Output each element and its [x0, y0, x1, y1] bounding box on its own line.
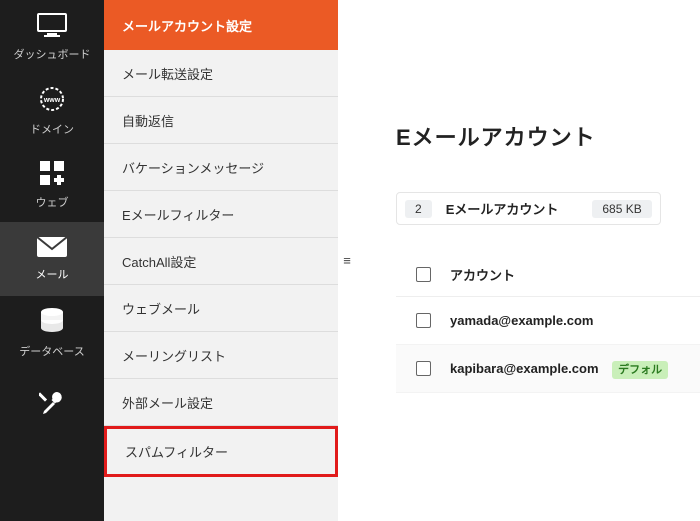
summary-size: 685 KB [592, 200, 651, 218]
row-checkbox[interactable] [416, 361, 431, 376]
submenu-item-label: バケーションメッセージ [122, 158, 264, 177]
sidebar-item-label: ウェブ [36, 194, 69, 210]
sidebar-item-domain[interactable]: www ドメイン [0, 74, 104, 148]
submenu-item-webmail[interactable]: ウェブメール [104, 285, 338, 332]
submenu-item-label: 外部メール設定 [122, 393, 213, 412]
database-icon [40, 308, 64, 337]
sidebar-item-web[interactable]: ウェブ [0, 148, 104, 222]
table-header: アカウント [396, 253, 700, 297]
submenu-item-mailinglist[interactable]: メーリングリスト [104, 332, 338, 379]
sidebar-item-database[interactable]: データベース [0, 296, 104, 370]
submenu-item-spam-filter[interactable]: スパムフィルター [104, 426, 338, 477]
sidebar-item-label: ドメイン [30, 121, 74, 137]
table-row[interactable]: yamada@example.com [396, 297, 700, 345]
submenu-item-label: CatchAll設定 [122, 252, 196, 271]
globe-www-icon: www [37, 86, 67, 115]
sidebar: ダッシュボード www ドメイン ウェブ メール データベース [0, 0, 104, 521]
main-content: Eメールアカウント 2 Eメールアカウント 685 KB アカウント yamad… [356, 0, 700, 521]
monitor-icon [37, 13, 67, 40]
submenu-item-catchall[interactable]: CatchAll設定 [104, 238, 338, 285]
sidebar-item-label: メール [36, 266, 69, 282]
default-badge: デフォル [612, 361, 668, 379]
app-root: ダッシュボード www ドメイン ウェブ メール データベース [0, 0, 700, 521]
tiles-plus-icon [40, 161, 64, 188]
svg-text:www: www [43, 97, 61, 104]
submenu-item-external-mail[interactable]: 外部メール設定 [104, 379, 338, 426]
table-row[interactable]: kapibara@example.com デフォル [396, 345, 700, 393]
account-email: yamada@example.com [450, 313, 593, 328]
submenu-item-label: 自動返信 [122, 111, 174, 130]
accounts-table: アカウント yamada@example.com kapibara@exampl… [396, 253, 700, 393]
submenu-item-label: ウェブメール [122, 299, 200, 318]
submenu-header-label: メールアカウント設定 [122, 16, 252, 35]
submenu-item-email-filter[interactable]: Eメールフィルター [104, 191, 338, 238]
sidebar-item-label: ダッシュボード [14, 46, 91, 62]
sidebar-item-tools[interactable] [0, 370, 104, 444]
submenu-item-forwarding[interactable]: メール転送設定 [104, 50, 338, 97]
row-checkbox[interactable] [416, 313, 431, 328]
submenu-item-vacation[interactable]: バケーションメッセージ [104, 144, 338, 191]
submenu-header[interactable]: メールアカウント設定 [104, 0, 338, 50]
account-summary: 2 Eメールアカウント 685 KB [396, 192, 661, 225]
sidebar-item-mail[interactable]: メール [0, 222, 104, 296]
submenu-item-label: スパムフィルター [125, 442, 228, 461]
drag-handle-icon: ≡ [343, 253, 351, 268]
select-all-checkbox[interactable] [416, 267, 431, 282]
column-header-account[interactable]: アカウント [450, 265, 700, 284]
resize-handle[interactable]: ≡ [338, 0, 356, 521]
tools-icon [39, 390, 65, 419]
submenu-item-label: メール転送設定 [122, 64, 213, 83]
account-email: kapibara@example.com [450, 361, 599, 376]
submenu: メールアカウント設定 メール転送設定 自動返信 バケーションメッセージ Eメール… [104, 0, 338, 521]
envelope-icon [37, 237, 67, 260]
submenu-item-label: メーリングリスト [122, 346, 226, 365]
sidebar-item-dashboard[interactable]: ダッシュボード [0, 0, 104, 74]
summary-count: 2 [405, 200, 432, 218]
sidebar-item-label: データベース [19, 343, 84, 359]
submenu-item-autoreply[interactable]: 自動返信 [104, 97, 338, 144]
summary-label: Eメールアカウント [446, 199, 559, 218]
page-title: Eメールアカウント [396, 120, 700, 152]
submenu-item-label: Eメールフィルター [122, 205, 234, 224]
